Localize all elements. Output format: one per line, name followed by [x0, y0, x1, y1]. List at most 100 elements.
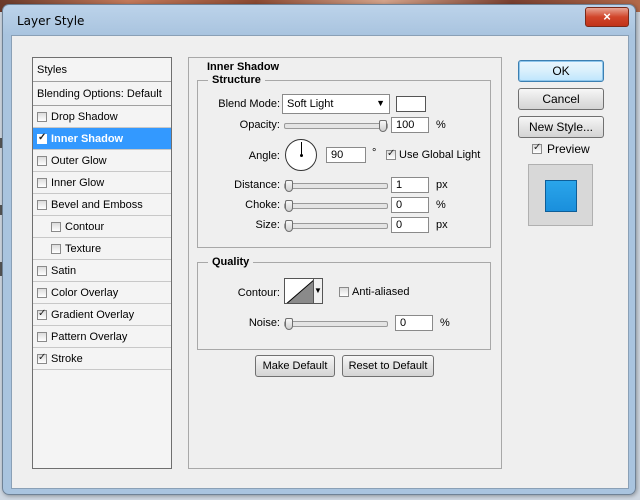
contour-picker[interactable]: [284, 278, 314, 304]
style-item-bevel-and-emboss[interactable]: Bevel and Emboss: [33, 194, 171, 216]
style-item-label: Gradient Overlay: [51, 308, 135, 321]
layer-style-dialog: Layer Style × Styles Blending Options: D…: [2, 4, 636, 495]
style-item-label: Outer Glow: [51, 154, 107, 167]
opacity-unit: %: [436, 119, 446, 131]
anti-aliased-checkbox[interactable]: [339, 287, 349, 297]
blend-color-swatch[interactable]: [396, 96, 426, 112]
style-item-outer-glow[interactable]: Outer Glow: [33, 150, 171, 172]
inner-shadow-title: Inner Shadow: [207, 61, 280, 73]
preview-checkbox[interactable]: [532, 142, 542, 154]
angle-dial[interactable]: [285, 139, 317, 171]
distance-unit: px: [436, 179, 448, 191]
style-item-gradient-overlay[interactable]: Gradient Overlay: [33, 304, 171, 326]
style-item-texture[interactable]: Texture: [33, 238, 171, 260]
style-item-pattern-overlay[interactable]: Pattern Overlay: [33, 326, 171, 348]
structure-legend: Structure: [208, 74, 265, 86]
size-label: Size:: [255, 219, 280, 231]
cancel-button[interactable]: Cancel: [518, 88, 604, 110]
choke-unit: %: [436, 199, 446, 211]
style-item-checkbox[interactable]: [37, 155, 47, 166]
angle-dial-center: [300, 154, 303, 157]
new-style-button[interactable]: New Style...: [518, 116, 604, 138]
noise-slider-thumb[interactable]: [285, 318, 293, 330]
preview-thumbnail: [528, 164, 593, 226]
close-button[interactable]: ×: [585, 7, 629, 27]
angle-input[interactable]: 90: [326, 147, 366, 163]
noise-slider[interactable]: [284, 318, 388, 330]
style-item-checkbox[interactable]: [51, 243, 61, 254]
style-item-color-overlay[interactable]: Color Overlay: [33, 282, 171, 304]
style-item-drop-shadow[interactable]: Drop Shadow: [33, 106, 171, 128]
style-item-label: Contour: [65, 220, 105, 233]
style-item-inner-shadow[interactable]: Inner Shadow: [33, 128, 171, 150]
style-item-satin[interactable]: Satin: [33, 260, 171, 282]
style-item-label: Satin: [51, 264, 77, 277]
style-item-checkbox[interactable]: [37, 199, 47, 210]
opacity-input[interactable]: 100: [391, 117, 429, 133]
preview-label: Preview: [547, 142, 590, 156]
distance-slider[interactable]: [284, 180, 388, 192]
title-bar[interactable]: Layer Style ×: [3, 5, 635, 35]
reset-to-default-button[interactable]: Reset to Default: [342, 355, 434, 377]
chevron-down-icon: ▼: [314, 286, 322, 295]
style-item-checkbox[interactable]: [37, 308, 47, 320]
contour-label: Contour:: [237, 287, 280, 299]
style-item-label: Color Overlay: [51, 286, 119, 299]
size-input[interactable]: 0: [391, 217, 429, 233]
opacity-label: Opacity:: [239, 119, 280, 131]
dialog-client-area: Styles Blending Options: Default Drop Sh…: [11, 35, 629, 489]
distance-slider-thumb[interactable]: [285, 180, 293, 192]
close-icon: ×: [603, 9, 611, 24]
inner-shadow-group: Inner Shadow Structure Blend Mode: Soft …: [188, 57, 502, 469]
opacity-slider-thumb[interactable]: [379, 120, 387, 132]
style-item-label: Pattern Overlay: [51, 330, 128, 343]
angle-label: Angle:: [248, 150, 280, 162]
distance-input[interactable]: 1: [391, 177, 429, 193]
style-item-checkbox[interactable]: [37, 287, 47, 298]
style-item-checkbox[interactable]: [37, 111, 47, 122]
choke-label: Choke:: [245, 199, 280, 211]
contour-curve-icon: [286, 280, 313, 303]
style-item-inner-glow[interactable]: Inner Glow: [33, 172, 171, 194]
preview-swatch: [545, 180, 577, 212]
style-item-contour[interactable]: Contour: [33, 216, 171, 238]
noise-unit: %: [440, 317, 450, 329]
opacity-slider[interactable]: [284, 120, 388, 132]
size-slider-thumb[interactable]: [285, 220, 293, 232]
style-item-stroke[interactable]: Stroke: [33, 348, 171, 370]
blending-options-item[interactable]: Blending Options: Default: [33, 82, 171, 106]
choke-slider-thumb[interactable]: [285, 200, 293, 212]
anti-aliased-label: Anti-aliased: [352, 286, 410, 298]
size-slider[interactable]: [284, 220, 388, 232]
choke-slider[interactable]: [284, 200, 388, 212]
noise-label: Noise:: [248, 317, 280, 329]
style-item-checkbox[interactable]: [51, 221, 61, 232]
styles-list: Styles Blending Options: Default Drop Sh…: [32, 57, 172, 469]
style-item-checkbox[interactable]: [37, 177, 47, 188]
style-item-label: Texture: [65, 242, 102, 255]
style-item-label: Stroke: [51, 352, 83, 365]
contour-dropdown[interactable]: ▼: [314, 278, 323, 304]
chevron-down-icon: ▼: [376, 98, 385, 108]
distance-label: Distance:: [234, 179, 280, 191]
style-item-label: Inner Glow: [51, 176, 105, 189]
style-item-checkbox[interactable]: [37, 331, 47, 342]
style-item-checkbox[interactable]: [37, 132, 47, 144]
angle-unit: °: [372, 147, 377, 159]
choke-input[interactable]: 0: [391, 197, 429, 213]
style-item-checkbox[interactable]: [37, 352, 47, 364]
ok-button[interactable]: OK: [518, 60, 604, 82]
quality-section: Quality Contour: ▼ Anti-aliased Noise: 0…: [197, 256, 491, 350]
make-default-button[interactable]: Make Default: [255, 355, 335, 377]
window-title: Layer Style: [17, 14, 85, 28]
use-global-light-label: Use Global Light: [399, 149, 481, 161]
structure-section: Structure Blend Mode: Soft Light ▼ Opaci…: [197, 74, 491, 248]
blend-mode-value: Soft Light: [287, 98, 334, 110]
blend-mode-select[interactable]: Soft Light ▼: [282, 94, 390, 114]
styles-header[interactable]: Styles: [33, 58, 171, 82]
style-item-checkbox[interactable]: [37, 265, 47, 276]
noise-input[interactable]: 0: [395, 315, 433, 331]
style-item-label: Bevel and Emboss: [51, 198, 143, 211]
quality-legend: Quality: [208, 256, 254, 268]
use-global-light-checkbox[interactable]: [386, 148, 396, 160]
